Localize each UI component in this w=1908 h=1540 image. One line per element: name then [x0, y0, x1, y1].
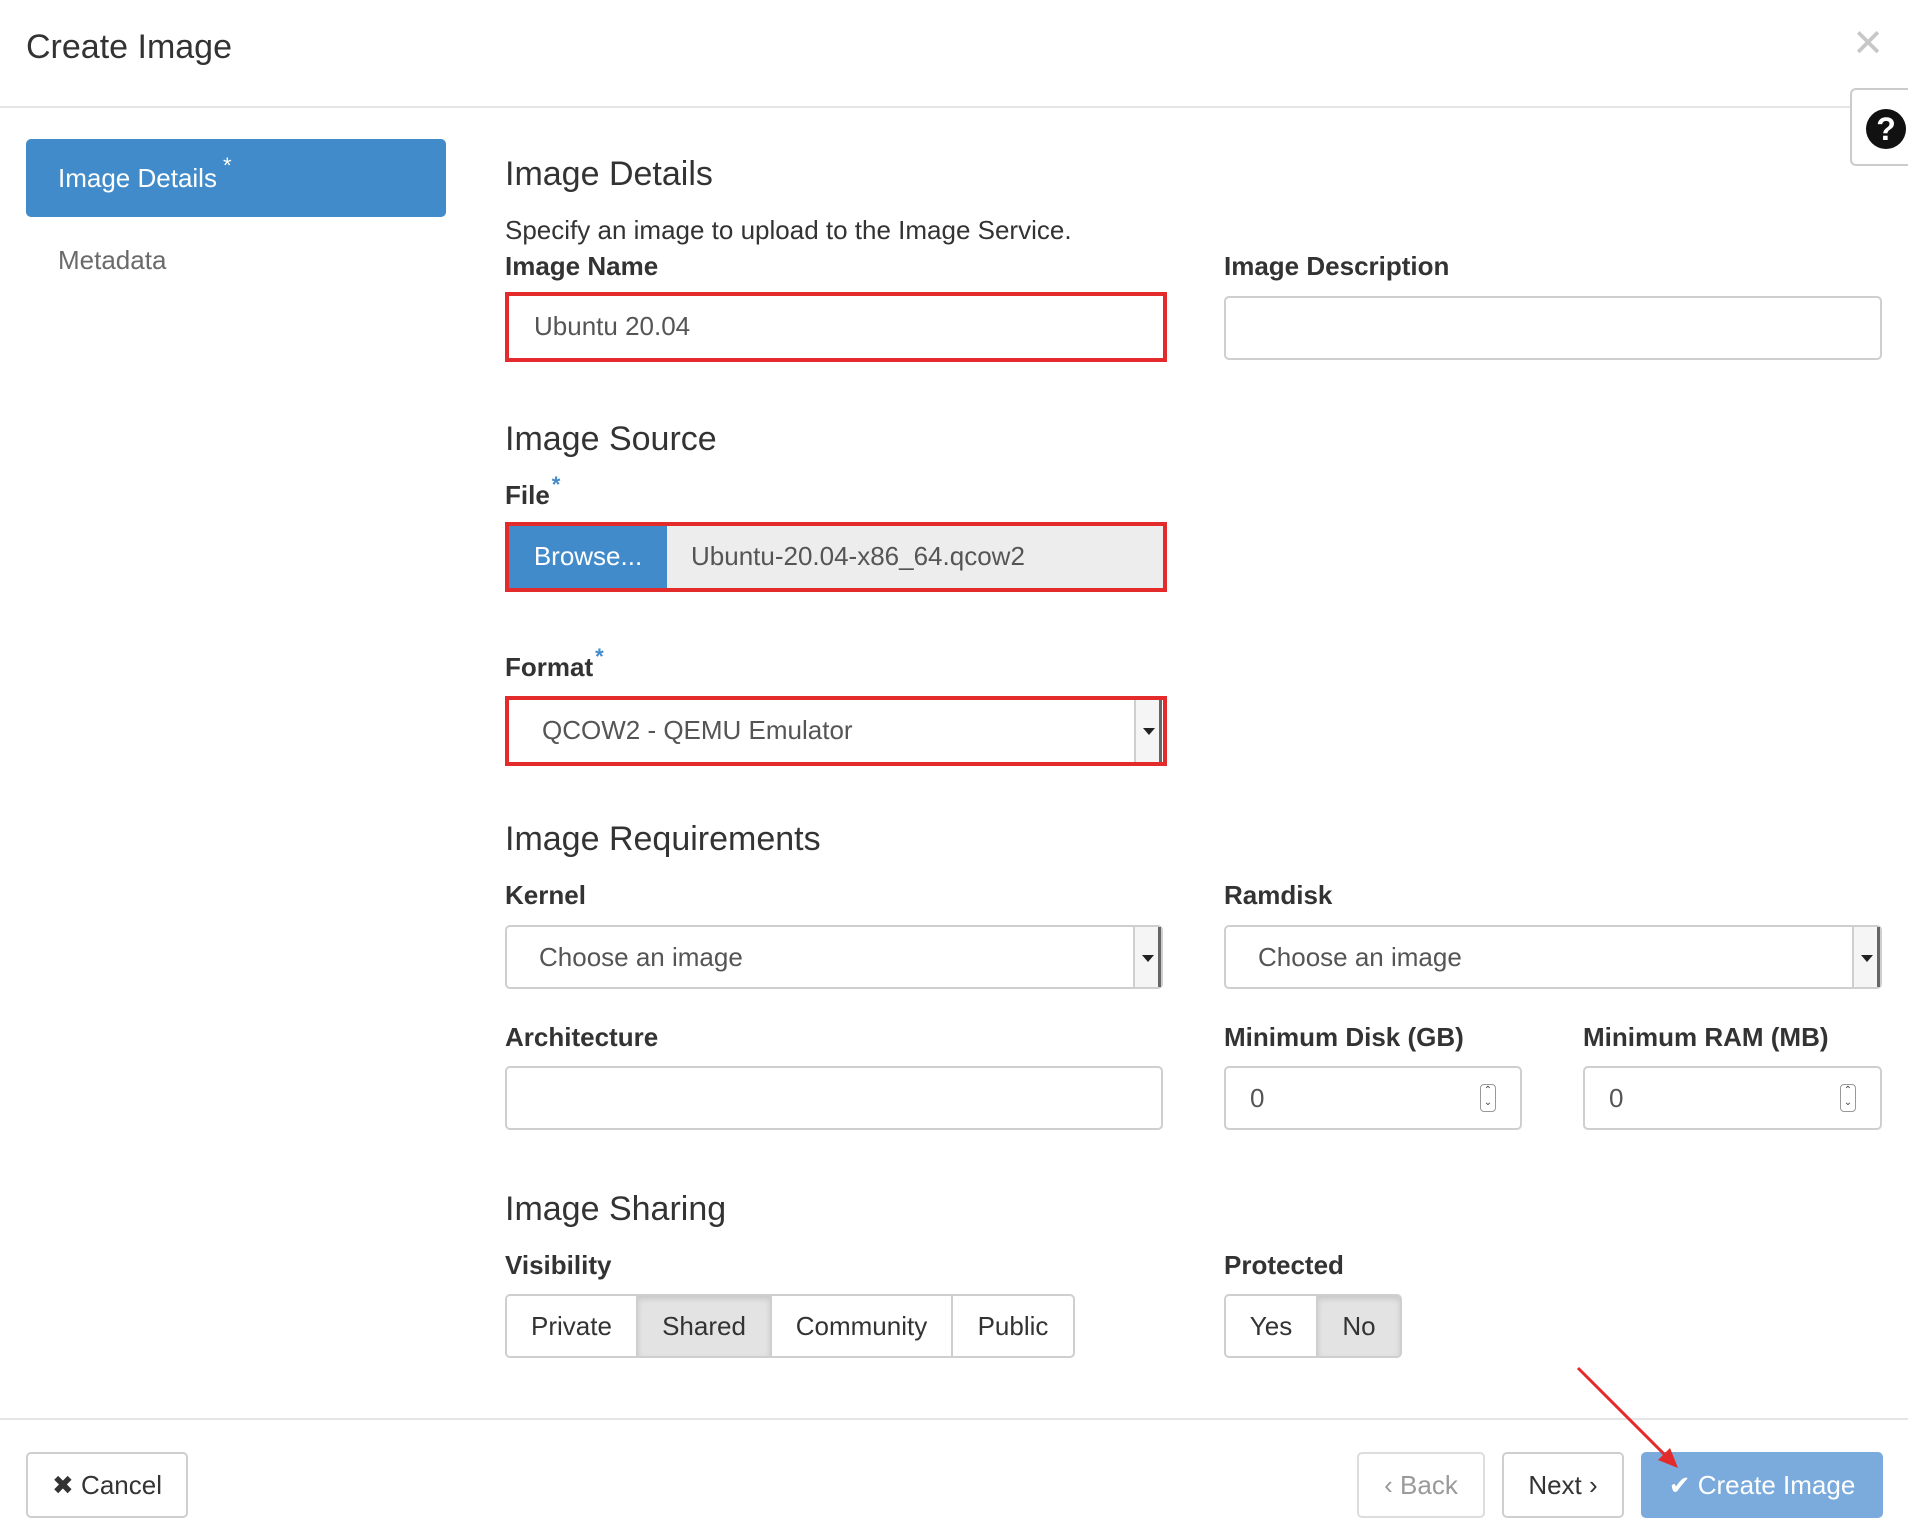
architecture-input[interactable] [505, 1066, 1163, 1130]
ramdisk-select-value: Choose an image [1258, 942, 1462, 972]
spinner-icon[interactable]: ⌃ ⌄ [1480, 1084, 1496, 1112]
required-mark: * [551, 472, 561, 497]
close-icon[interactable]: ✕ [1852, 25, 1884, 63]
sidebar-item-label: Metadata [58, 245, 167, 275]
chevron-down-icon [1134, 700, 1162, 762]
back-button-label: Back [1400, 1470, 1458, 1500]
sidebar-item-label: Image Details [58, 163, 217, 193]
format-select-value: QCOW2 - QEMU Emulator [542, 715, 853, 745]
kernel-select-value: Choose an image [539, 942, 743, 972]
chevron-down-icon [1852, 927, 1880, 987]
close-icon: ✖ [52, 1470, 74, 1500]
ramdisk-select[interactable]: Choose an image [1224, 925, 1882, 989]
min-ram-value: 0 [1609, 1083, 1624, 1113]
check-icon: ✔ [1668, 1470, 1691, 1500]
create-image-button-label: Create Image [1697, 1470, 1856, 1500]
visibility-private-button[interactable]: Private [505, 1294, 638, 1358]
annotation-arrow [1576, 1366, 1678, 1468]
help-text: Specify an image to upload to the Image … [505, 215, 1072, 245]
kernel-label: Kernel [505, 880, 586, 910]
cancel-button-label: Cancel [81, 1470, 162, 1500]
section-heading-image-details: Image Details [505, 155, 713, 193]
kernel-select[interactable]: Choose an image [505, 925, 1163, 989]
chevron-left-icon: ‹ [1384, 1470, 1393, 1500]
section-heading-image-requirements: Image Requirements [505, 820, 821, 858]
help-icon: ? [1866, 109, 1906, 149]
help-button[interactable]: ? [1850, 88, 1908, 166]
next-button-label: Next [1528, 1470, 1582, 1500]
browse-button[interactable]: Browse... [509, 526, 667, 588]
required-mark: * [595, 644, 604, 669]
min-ram-input[interactable]: 0 ⌃ ⌄ [1583, 1066, 1882, 1130]
image-name-input[interactable]: Ubuntu 20.04 [510, 296, 1162, 358]
sidebar-item-metadata[interactable]: Metadata [26, 221, 446, 299]
cancel-button[interactable]: ✖ Cancel [26, 1452, 188, 1518]
section-heading-image-sharing: Image Sharing [505, 1190, 727, 1228]
file-input-group: Browse... Ubuntu-20.04-x86_64.qcow2 [509, 526, 1163, 588]
file-name-display: Ubuntu-20.04-x86_64.qcow2 [691, 541, 1025, 571]
visibility-public-button[interactable]: Public [951, 1294, 1075, 1358]
format-label: Format* [505, 644, 604, 683]
protected-yes-button[interactable]: Yes [1224, 1294, 1318, 1358]
image-description-input[interactable] [1224, 296, 1882, 360]
protected-label: Protected [1224, 1250, 1344, 1280]
modal-header: Create Image ✕ [0, 0, 1908, 108]
image-description-label: Image Description [1224, 251, 1450, 281]
visibility-shared-button[interactable]: Shared [636, 1294, 772, 1358]
min-disk-label: Minimum Disk (GB) [1224, 1022, 1464, 1052]
visibility-button-group: Private Shared Community Public [505, 1294, 1075, 1358]
section-heading-image-source: Image Source [505, 420, 717, 458]
image-name-label: Image Name [505, 251, 659, 281]
file-label-text: File [505, 480, 550, 510]
ramdisk-label: Ramdisk [1224, 880, 1333, 910]
chevron-down-icon [1133, 927, 1161, 987]
back-button[interactable]: ‹ Back [1357, 1452, 1485, 1518]
file-label: File* [505, 472, 560, 511]
min-disk-value: 0 [1250, 1083, 1265, 1113]
required-mark: * [222, 153, 232, 178]
arrow-line [1576, 1366, 1672, 1462]
format-select[interactable]: QCOW2 - QEMU Emulator [510, 700, 1162, 762]
min-ram-label: Minimum RAM (MB) [1583, 1022, 1829, 1052]
architecture-label: Architecture [505, 1022, 659, 1052]
protected-no-button[interactable]: No [1316, 1294, 1402, 1358]
chevron-right-icon: › [1589, 1470, 1598, 1500]
spinner-icon[interactable]: ⌃ ⌄ [1840, 1084, 1856, 1112]
format-label-text: Format [505, 652, 594, 682]
modal-title: Create Image [26, 28, 232, 66]
sidebar-item-image-details[interactable]: Image Details * [26, 139, 446, 217]
visibility-community-button[interactable]: Community [770, 1294, 953, 1358]
protected-button-group: Yes No [1224, 1294, 1402, 1358]
visibility-label: Visibility [505, 1250, 612, 1280]
min-disk-input[interactable]: 0 ⌃ ⌄ [1224, 1066, 1522, 1130]
